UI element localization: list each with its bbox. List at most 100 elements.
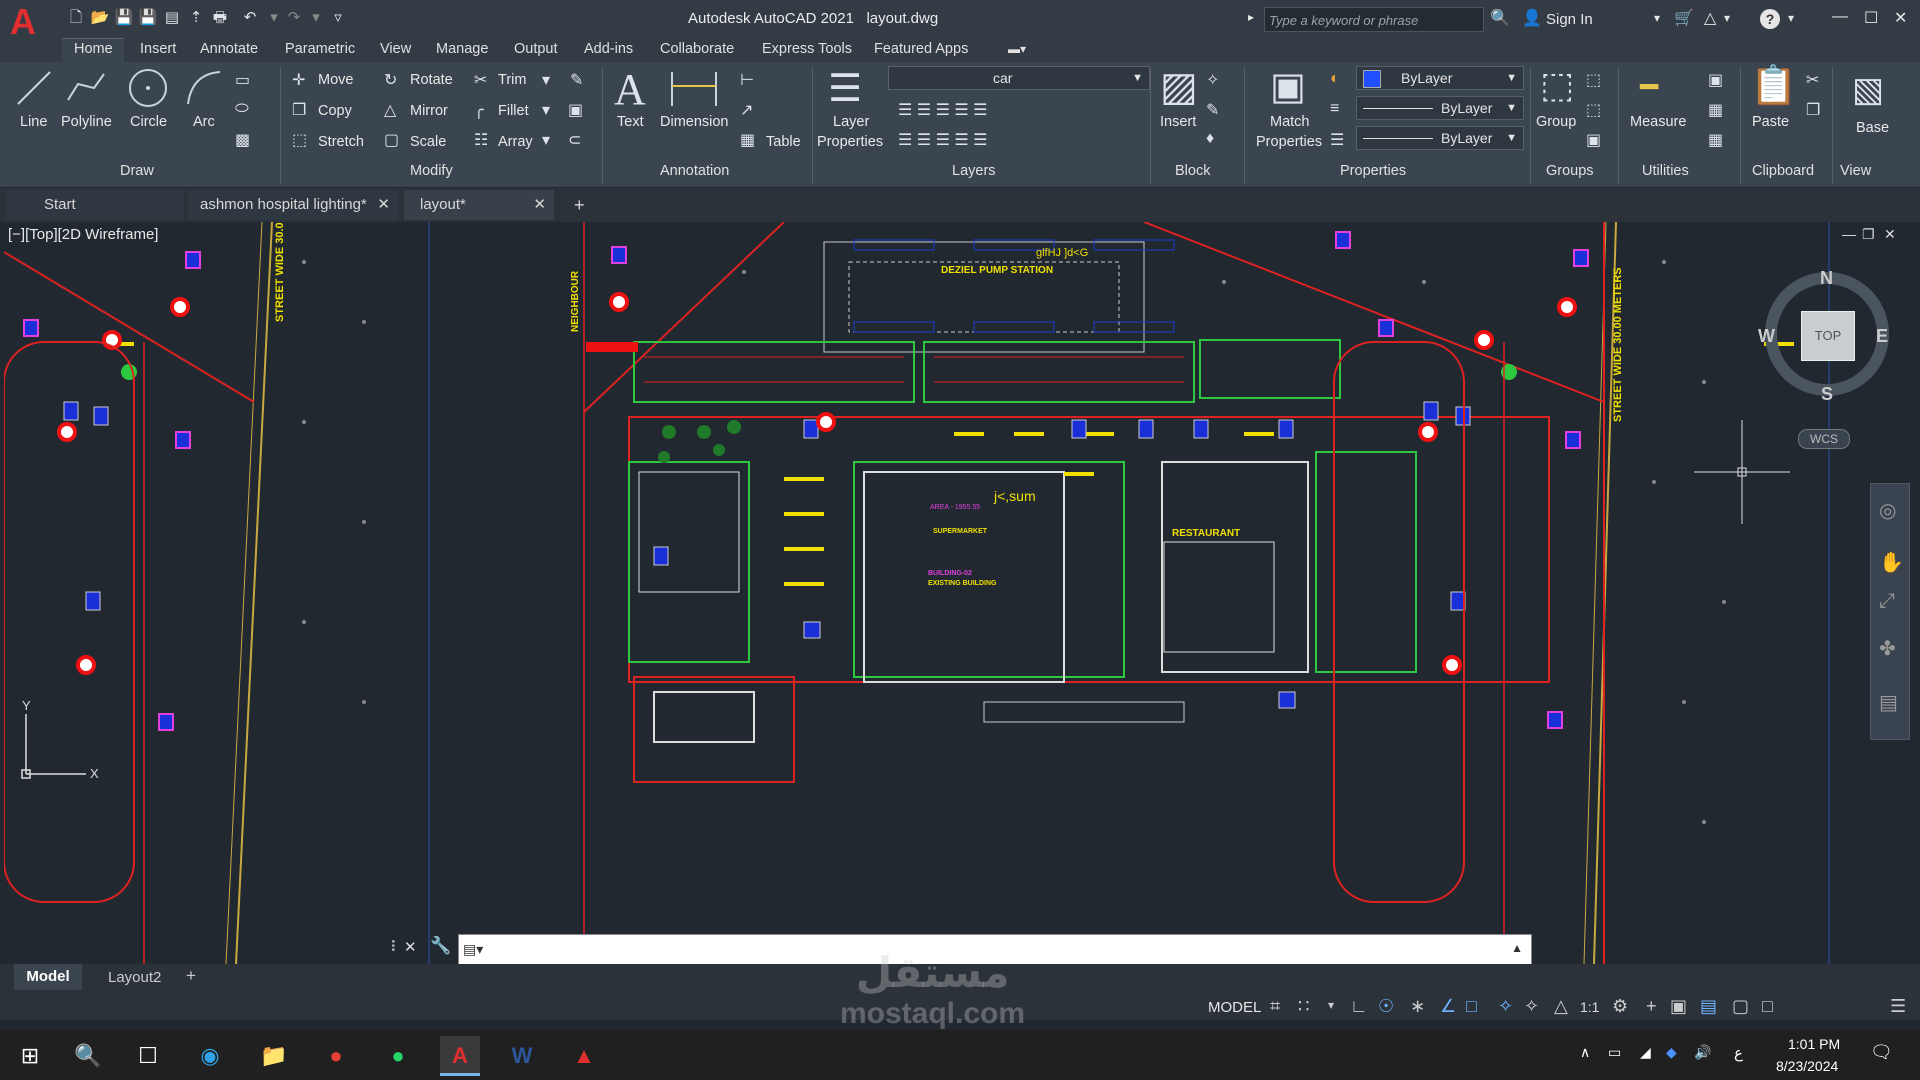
lineweight-icon[interactable]: ☰ xyxy=(1330,130,1344,150)
group-title-modify[interactable]: Modify xyxy=(410,163,453,179)
linetype-icon[interactable]: ≡ xyxy=(1330,100,1339,118)
zoom-extents-icon[interactable]: ⤢ xyxy=(1879,590,1895,613)
insert-block-icon[interactable]: ▨ xyxy=(1160,64,1198,110)
volume-icon[interactable]: 🔊 xyxy=(1694,1044,1711,1061)
group-button[interactable]: Group xyxy=(1536,114,1576,130)
leader-icon[interactable]: ↗ xyxy=(740,100,753,120)
word-icon[interactable]: W xyxy=(502,1036,542,1076)
command-expand-icon[interactable]: ▲ xyxy=(1511,941,1523,955)
save-web-icon[interactable]: ⇡ xyxy=(186,9,206,27)
grid-icon[interactable]: ⌗ xyxy=(1270,996,1280,1017)
group-title-clipboard[interactable]: Clipboard xyxy=(1752,163,1814,179)
ellipse-icon[interactable]: ⬭ xyxy=(235,100,249,118)
viewcube-south[interactable]: S xyxy=(1821,384,1833,405)
layer-properties-icon[interactable]: ☰ xyxy=(828,66,862,111)
annotation-scale-icon[interactable]: △ xyxy=(1554,996,1568,1017)
autodesk-app-icon[interactable]: △ xyxy=(1704,8,1716,28)
object-snap-tracking-icon[interactable]: ∠ xyxy=(1440,996,1456,1017)
command-history-icon[interactable]: ▤▾ xyxy=(463,941,483,958)
tab-output[interactable]: Output xyxy=(514,41,558,57)
group-title-groups[interactable]: Groups xyxy=(1546,163,1594,179)
circle-button[interactable]: Circle xyxy=(130,114,167,130)
tray-app-icon[interactable]: ◆ xyxy=(1666,1044,1677,1061)
match-properties-button-line2[interactable]: Properties xyxy=(1256,134,1322,150)
file-tab-start[interactable]: Start xyxy=(6,190,184,220)
group-title-draw[interactable]: Draw xyxy=(120,163,154,179)
color-wheel-icon[interactable]: ◐ xyxy=(1330,70,1340,88)
table-icon[interactable]: ▦ xyxy=(740,130,755,150)
command-customize-icon[interactable]: 🔧 xyxy=(430,936,451,956)
array-dropdown-icon[interactable]: ▾ xyxy=(542,130,550,150)
user-icon[interactable]: 👤 xyxy=(1522,8,1542,28)
match-properties-icon[interactable]: ▣ xyxy=(1270,64,1306,109)
redo-dropdown-icon[interactable]: ▾ xyxy=(306,9,326,27)
viewport-restore-icon[interactable]: ❐ xyxy=(1862,226,1875,243)
tab-express-tools[interactable]: Express Tools xyxy=(762,41,852,57)
match-properties-button[interactable]: Match xyxy=(1270,114,1310,130)
input-language[interactable]: ع xyxy=(1734,1044,1743,1062)
tab-parametric[interactable]: Parametric xyxy=(285,41,355,57)
whatsapp-icon[interactable]: ● xyxy=(378,1036,418,1076)
table-button[interactable]: Table xyxy=(766,134,801,150)
circle-icon[interactable] xyxy=(126,66,170,110)
dimension-button[interactable]: Dimension xyxy=(660,114,729,130)
mirror-icon[interactable]: △ xyxy=(384,100,396,120)
save-as-icon[interactable]: 💾 xyxy=(138,9,158,27)
close-tab-icon[interactable]: ✕ xyxy=(377,190,390,220)
viewport-minimize-icon[interactable]: — xyxy=(1842,226,1856,242)
dimension-icon[interactable] xyxy=(666,66,722,110)
create-block-icon[interactable]: ✧ xyxy=(1206,70,1219,90)
tab-featured-apps[interactable]: Featured Apps xyxy=(874,41,968,57)
rectangle-icon[interactable]: ▭ xyxy=(235,70,250,90)
snap-icon[interactable]: ∷ xyxy=(1298,996,1309,1017)
showmotion-icon[interactable]: ▤ xyxy=(1879,690,1898,715)
clock-time[interactable]: 1:01 PM xyxy=(1788,1036,1840,1052)
calculator-icon[interactable]: ▦ xyxy=(1708,130,1723,150)
chrome-icon[interactable]: ● xyxy=(316,1036,356,1076)
layout-tab-layout2[interactable]: Layout2 xyxy=(108,969,161,986)
customize-qat-icon[interactable]: ▿ xyxy=(328,9,348,27)
copy-clip-icon[interactable]: ❐ xyxy=(1806,100,1820,120)
search-expand-icon[interactable]: ▸ xyxy=(1248,10,1254,24)
explode-icon[interactable]: ▣ xyxy=(568,100,583,120)
ortho-icon[interactable]: ∟ xyxy=(1350,996,1368,1017)
app-dropdown-icon[interactable]: ▾ xyxy=(1724,11,1730,25)
group-title-block[interactable]: Block xyxy=(1175,163,1210,179)
paste-button[interactable]: Paste xyxy=(1752,114,1789,130)
tab-home[interactable]: Home xyxy=(74,41,113,57)
fillet-button[interactable]: Fillet xyxy=(498,103,529,119)
array-button[interactable]: Array xyxy=(498,134,533,150)
acrobat-icon[interactable]: ▲ xyxy=(564,1036,604,1076)
undo-icon[interactable]: ↶ xyxy=(240,9,260,27)
measure-icon[interactable]: ━ xyxy=(1640,70,1658,105)
task-view-icon[interactable]: ☐ xyxy=(128,1036,168,1076)
close-icon[interactable]: ✕ xyxy=(1894,8,1907,28)
base-view-icon[interactable]: ▧ xyxy=(1852,70,1884,110)
erase-icon[interactable]: ✎ xyxy=(570,70,583,90)
file-tab-layout[interactable]: layout* ✕ xyxy=(404,190,554,220)
cart-icon[interactable]: 🛒 xyxy=(1674,8,1694,28)
search-input[interactable]: Type a keyword or phrase xyxy=(1264,7,1484,32)
paste-icon[interactable]: 📋 xyxy=(1750,64,1797,108)
redo-icon[interactable]: ↷ xyxy=(284,9,304,27)
group-title-layers[interactable]: Layers xyxy=(952,163,996,179)
rotate-button[interactable]: Rotate xyxy=(410,72,453,88)
sign-in-dropdown-icon[interactable]: ▾ xyxy=(1654,11,1660,25)
annotation-scale-value[interactable]: 1:1 xyxy=(1580,999,1599,1015)
tab-manage[interactable]: Manage xyxy=(436,41,488,57)
linear-dimension-icon[interactable]: ⊢ xyxy=(740,70,754,90)
tab-collaborate[interactable]: Collaborate xyxy=(660,41,734,57)
windows-start-icon[interactable]: ⊞ xyxy=(10,1036,50,1076)
clean-screen-icon[interactable]: □ xyxy=(1762,996,1773,1017)
steering-wheel-icon[interactable]: ◎ xyxy=(1879,498,1896,523)
fillet-icon[interactable]: ╭ xyxy=(474,100,484,120)
units-icon[interactable]: ▣ xyxy=(1670,996,1687,1017)
viewcube-east[interactable]: E xyxy=(1876,326,1888,347)
workspace-gear-icon[interactable]: ⚙ xyxy=(1612,996,1628,1017)
viewcube-top-face[interactable]: TOP xyxy=(1801,311,1855,361)
polar-icon[interactable]: ☉ xyxy=(1378,996,1394,1017)
mirror-button[interactable]: Mirror xyxy=(410,103,448,119)
pan-icon[interactable]: ✋ xyxy=(1879,550,1904,575)
layer-tools-icon[interactable]: ☰ ☰ ☰ ☰ ☰ xyxy=(898,100,988,120)
copy-icon[interactable]: ❐ xyxy=(292,100,306,120)
